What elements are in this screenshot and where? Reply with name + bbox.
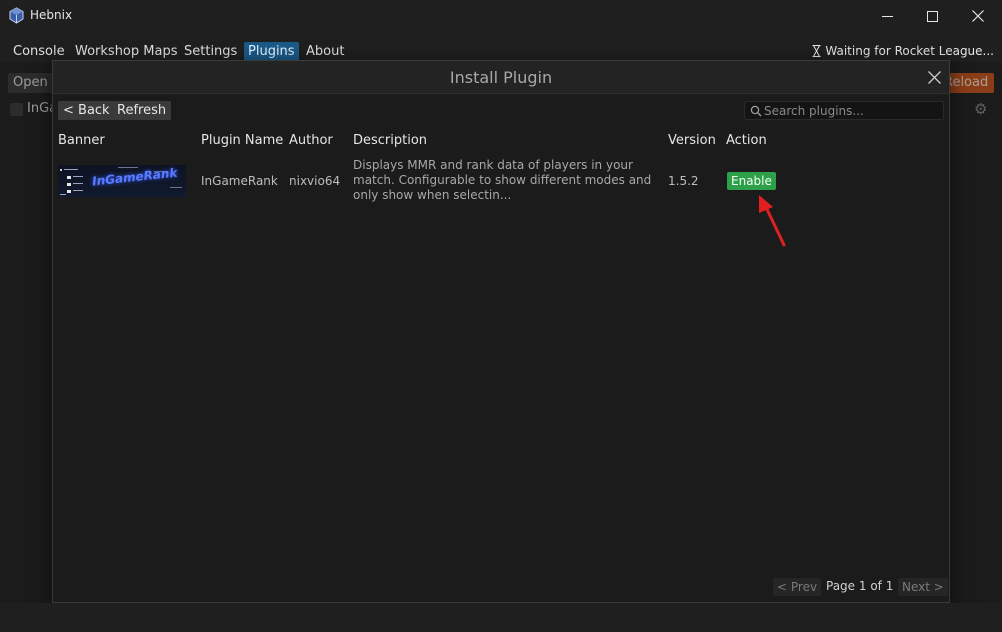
- annotation-arrow: [759, 195, 786, 247]
- minimize-icon: [881, 15, 893, 17]
- window-title: Hebnix: [30, 8, 73, 22]
- dialog-close-button[interactable]: [925, 68, 943, 86]
- menu-about[interactable]: About: [302, 42, 348, 62]
- plugin-version: 1.5.2: [668, 174, 699, 188]
- menu-plugins[interactable]: Plugins: [244, 42, 299, 62]
- enable-button[interactable]: Enable: [727, 172, 776, 190]
- refresh-button[interactable]: Refresh: [112, 101, 172, 120]
- col-plugin-name: Plugin Name: [201, 133, 284, 148]
- status-text: Waiting for Rocket League...: [825, 44, 994, 58]
- col-author: Author: [289, 133, 333, 148]
- install-plugin-dialog: Install Plugin < Back Refresh Banner Plu…: [52, 60, 950, 603]
- page-indicator: Page 1 of 1: [826, 579, 894, 593]
- menu-console[interactable]: Console: [9, 42, 69, 62]
- back-button[interactable]: < Back: [58, 101, 115, 120]
- col-version: Version: [668, 133, 716, 148]
- maximize-icon: [926, 10, 938, 22]
- maximize-button[interactable]: [909, 0, 955, 32]
- prev-page-button[interactable]: < Prev: [773, 578, 822, 596]
- plugin-banner-image: InGameRank: [58, 165, 186, 197]
- connection-status: Waiting for Rocket League...: [812, 44, 994, 58]
- col-banner: Banner: [58, 133, 105, 148]
- plugin-author: nixvio64: [289, 174, 341, 188]
- col-action: Action: [726, 133, 767, 148]
- dialog-title: Install Plugin: [449, 68, 553, 87]
- hebnix-app-icon: [9, 7, 24, 24]
- plugin-checkbox[interactable]: [10, 103, 23, 116]
- menu-workshop-maps[interactable]: Workshop Maps: [71, 42, 181, 62]
- gear-icon[interactable]: ⚙: [974, 100, 987, 118]
- dialog-header: Install Plugin: [53, 61, 949, 94]
- menu-settings[interactable]: Settings: [180, 42, 241, 62]
- next-page-button[interactable]: Next >: [898, 578, 948, 596]
- col-description: Description: [353, 133, 428, 148]
- close-window-button[interactable]: [955, 0, 1001, 32]
- search-box[interactable]: [744, 101, 944, 120]
- plugin-name: InGameRank: [201, 174, 278, 188]
- search-icon: [750, 105, 762, 117]
- close-icon: [927, 70, 941, 84]
- reload-button[interactable]: Reload: [944, 73, 994, 93]
- bottom-area: [0, 603, 1002, 632]
- title-bar: Hebnix: [0, 0, 1002, 32]
- minimize-button[interactable]: [864, 0, 910, 32]
- plugin-description: Displays MMR and rank data of players in…: [353, 158, 652, 202]
- hourglass-icon: [812, 45, 821, 57]
- search-input[interactable]: [764, 102, 942, 119]
- close-icon: [972, 10, 984, 22]
